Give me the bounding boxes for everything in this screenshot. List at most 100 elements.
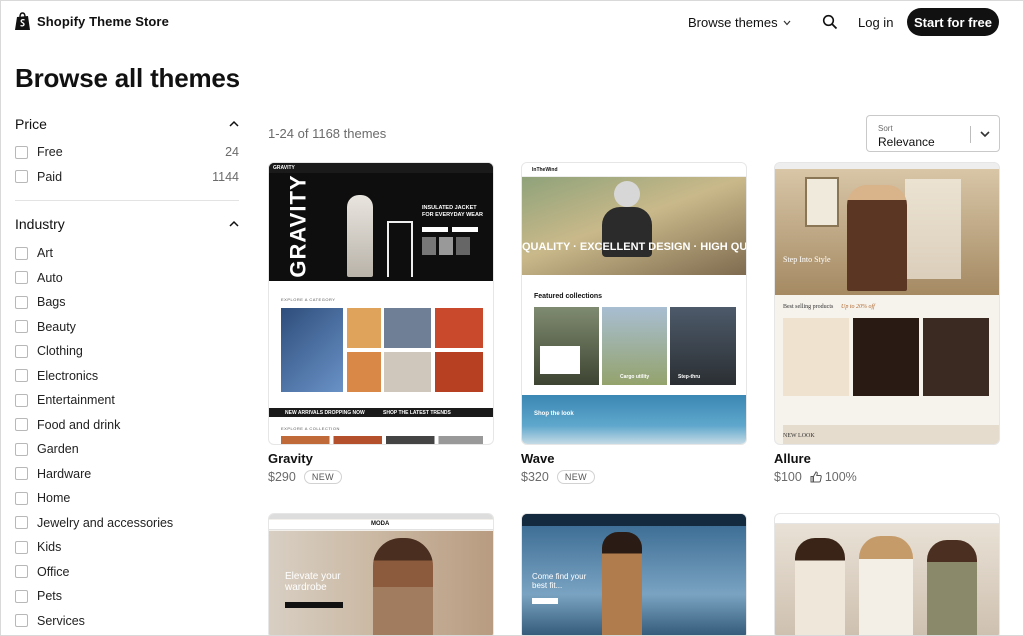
theme-name[interactable]: Gravity [268, 451, 494, 466]
checkbox[interactable] [15, 271, 28, 285]
filter-option-free[interactable]: Free 24 [15, 140, 239, 165]
theme-meta: $320 NEW [521, 470, 747, 484]
filter-option-label: Jewelry and accessories [37, 515, 174, 530]
preview-cta [422, 227, 448, 232]
login-link[interactable]: Log in [858, 15, 893, 30]
preview-hero-text: INSULATED JACKET FOR EVERYDAY WEAR [422, 205, 483, 218]
shopify-bag-icon [15, 12, 30, 30]
filter-option-garden[interactable]: Garden [15, 437, 239, 462]
theme-price: $100 [774, 470, 802, 484]
filter-option-label: Bags [37, 295, 66, 310]
start-for-free-button[interactable]: Start for free [907, 8, 999, 36]
preview-product [923, 318, 989, 396]
theme-preview-wave[interactable]: InTheWind QUALITY · EXCELLENT DESIGN · H… [521, 162, 747, 445]
filter-option-art[interactable]: Art [15, 241, 239, 266]
preview-model [795, 538, 845, 635]
preview-doorway [905, 179, 961, 279]
filter-option-auto[interactable]: Auto [15, 266, 239, 291]
theme-name[interactable]: Allure [774, 451, 1000, 466]
preview-footer [522, 395, 746, 444]
theme-preview[interactable] [774, 513, 1000, 635]
search-icon[interactable] [822, 14, 838, 30]
checkbox[interactable] [15, 344, 28, 358]
checkbox[interactable] [15, 418, 28, 432]
filter-option-services[interactable]: Services [15, 609, 239, 634]
checkbox[interactable] [15, 516, 28, 530]
filter-option-entertainment[interactable]: Entertainment [15, 388, 239, 413]
filter-option-label: Auto [37, 270, 63, 285]
filter-option-food-and-drink[interactable]: Food and drink [15, 413, 239, 438]
filter-option-pets[interactable]: Pets [15, 584, 239, 609]
preview-tile [347, 308, 381, 348]
preview-cta [285, 602, 343, 608]
checkbox[interactable] [15, 246, 28, 260]
theme-preview[interactable]: MODA Elevate your wardrobe [268, 513, 494, 635]
preview-banner-text: NEW ARRIVALS DROPPING NOW [285, 410, 365, 416]
theme-preview[interactable]: Come find your best fit... [521, 513, 747, 635]
checkbox[interactable] [15, 614, 28, 628]
new-badge: NEW [556, 470, 596, 484]
filter-option-clothing[interactable]: Clothing [15, 339, 239, 364]
filter-option-jewelry[interactable]: Jewelry and accessories [15, 511, 239, 536]
preview-swatch [422, 237, 436, 255]
checkbox[interactable] [15, 369, 28, 383]
preview-tile [281, 308, 343, 392]
filter-option-office[interactable]: Office [15, 560, 239, 585]
results-count: 1-24 of 1168 themes [268, 126, 387, 141]
sort-select[interactable]: Sort Relevance [866, 115, 1000, 152]
preview-logo: MODA [371, 521, 390, 527]
chevron-down-icon [783, 20, 791, 25]
preview-hero-big: GRAVITY [285, 174, 311, 278]
industry-options: Art Auto Bags Beauty Clothing Electronic… [15, 241, 239, 633]
checkbox[interactable] [15, 170, 28, 184]
theme-meta: $100 100% [774, 470, 1000, 484]
theme-preview-allure[interactable]: Step Into Style Best selling products Up… [774, 162, 1000, 445]
filter-option-hardware[interactable]: Hardware [15, 462, 239, 487]
preview-hero-text: Come find your best fit... [532, 572, 587, 590]
preview-topbar [269, 514, 493, 519]
preview-logo: GRAVITY [273, 165, 295, 171]
theme-card[interactable] [774, 513, 1000, 635]
checkbox[interactable] [15, 589, 28, 603]
theme-card-wave[interactable]: InTheWind QUALITY · EXCELLENT DESIGN · H… [521, 162, 747, 484]
preview-helmet [614, 181, 640, 207]
preview-window [805, 177, 839, 227]
filter-option-kids[interactable]: Kids [15, 535, 239, 560]
theme-card-gravity[interactable]: GRAVITY GRAVITY INSULATED JACKET FOR EVE… [268, 162, 494, 484]
checkbox[interactable] [15, 467, 28, 481]
preview-hero-text: Elevate your wardrobe [285, 571, 341, 593]
checkbox[interactable] [15, 145, 28, 159]
theme-card-moda[interactable]: MODA Elevate your wardrobe [268, 513, 494, 635]
preview-section-title: Featured collections [534, 293, 603, 300]
checkbox[interactable] [15, 295, 28, 309]
checkbox[interactable] [15, 320, 28, 334]
filter-option-beauty[interactable]: Beauty [15, 315, 239, 340]
preview-tile [384, 352, 431, 392]
brand-logo[interactable]: Shopify Theme Store [14, 12, 169, 31]
checkbox[interactable] [15, 540, 28, 554]
industry-filter-toggle[interactable]: Industry [15, 211, 239, 237]
filter-option-label: Paid [37, 169, 63, 184]
theme-name[interactable]: Wave [521, 451, 747, 466]
sort-separator [970, 126, 971, 143]
preview-model [602, 532, 642, 635]
preview-cta [532, 598, 558, 604]
filter-option-paid[interactable]: Paid 1144 [15, 165, 239, 190]
filter-option-label: Beauty [37, 319, 76, 334]
filter-option-label: Art [37, 246, 53, 261]
filter-option-bags[interactable]: Bags [15, 290, 239, 315]
browse-themes-menu[interactable]: Browse themes [688, 15, 791, 30]
filter-option-electronics[interactable]: Electronics [15, 364, 239, 389]
checkbox[interactable] [15, 491, 28, 505]
checkbox[interactable] [15, 565, 28, 579]
preview-logo: InTheWind [532, 167, 558, 173]
price-filter-toggle[interactable]: Price [15, 111, 239, 137]
filter-option-home[interactable]: Home [15, 486, 239, 511]
checkbox[interactable] [15, 393, 28, 407]
theme-card-allure[interactable]: Step Into Style Best selling products Up… [774, 162, 1000, 484]
industry-filter-title: Industry [15, 216, 65, 232]
checkbox[interactable] [15, 442, 28, 456]
theme-card[interactable]: Come find your best fit... [521, 513, 747, 635]
theme-preview-gravity[interactable]: GRAVITY GRAVITY INSULATED JACKET FOR EVE… [268, 162, 494, 445]
preview-tile [435, 352, 483, 392]
